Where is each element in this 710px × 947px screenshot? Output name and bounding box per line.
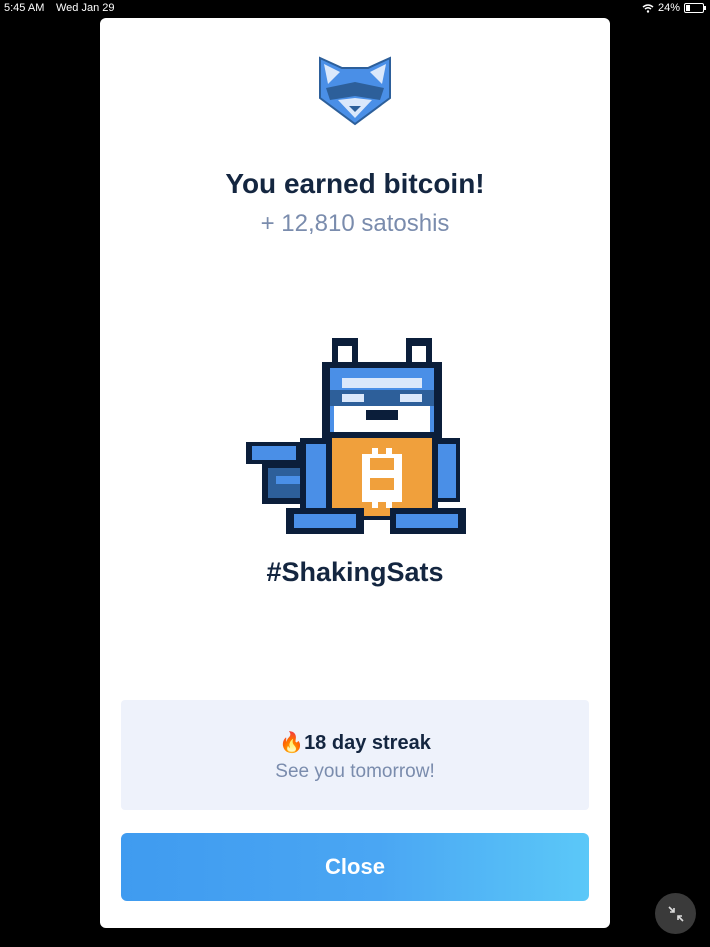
status-bar: 5:45 AM Wed Jan 29 24% (0, 0, 710, 18)
battery-cap (704, 6, 706, 10)
wifi-icon (642, 3, 654, 13)
reward-modal: You earned bitcoin! + 12,810 satoshis #S… (100, 18, 610, 928)
status-indicators: 24% (642, 2, 706, 14)
raccoon-mascot-bitcoin-icon (246, 338, 466, 534)
reward-amount: + 12,810 satoshis (260, 210, 450, 237)
streak-subtext: See you tomorrow! (275, 761, 435, 782)
battery-level (686, 5, 690, 11)
streak-panel: 🔥18 day streak See you tomorrow! (121, 700, 589, 810)
fire-icon: 🔥 (279, 732, 305, 754)
battery-percent: 24% (657, 2, 680, 14)
close-button[interactable]: Close (121, 833, 589, 901)
streak-line: 🔥18 day streak (121, 730, 589, 755)
collapse-arrows-icon (667, 905, 684, 922)
raccoon-logo-icon (319, 56, 391, 126)
hashtag-label: #ShakingSats (266, 557, 444, 587)
minimize-button[interactable] (655, 893, 696, 934)
reward-title: You earned bitcoin! (225, 168, 485, 199)
battery-icon (684, 3, 706, 13)
streak-text: 18 day streak (304, 732, 431, 754)
status-time: 5:45 AM (4, 2, 45, 14)
status-date: Wed Jan 29 (56, 2, 115, 14)
